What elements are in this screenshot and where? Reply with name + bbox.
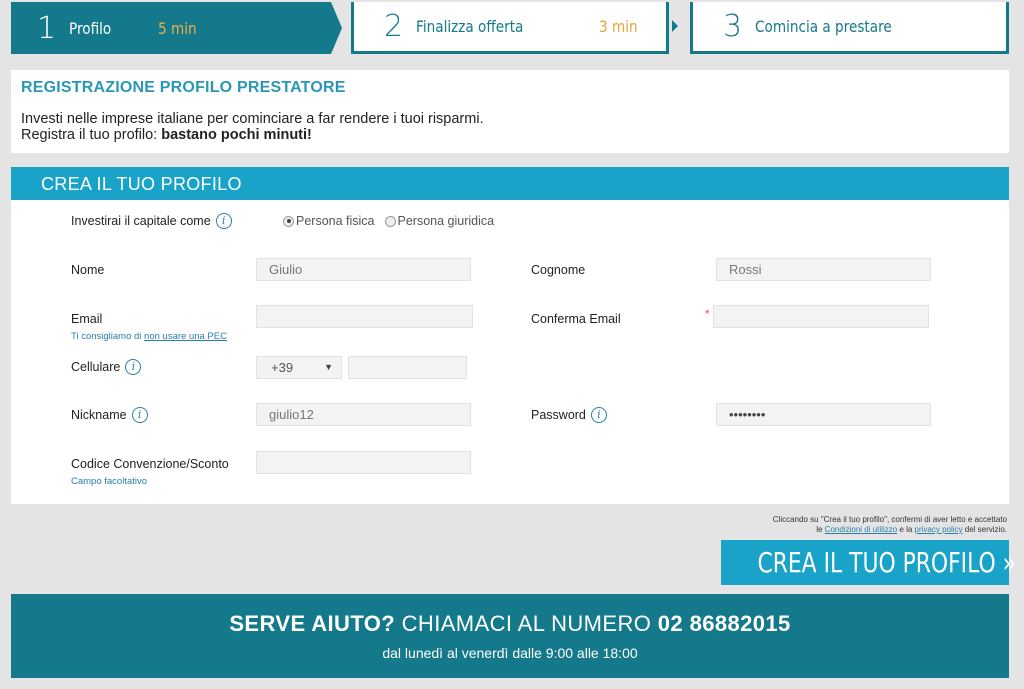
page-title: REGISTRAZIONE PROFILO PRESTATORE: [21, 79, 346, 96]
radio-label: Persona fisica: [296, 214, 375, 228]
non-usare-pec-link[interactable]: non usare una PEC: [144, 331, 227, 342]
email-hint-text: Ti consigliamo di: [71, 331, 145, 342]
nickname-label-text: Nickname: [71, 408, 127, 422]
terms-line-1: Cliccando su "Crea il tuo profilo", conf…: [772, 515, 1007, 524]
cognome-label: Cognome: [531, 263, 586, 277]
info-icon[interactable]: i: [131, 407, 148, 423]
info-icon[interactable]: i: [590, 407, 607, 423]
nome-label: Nome: [71, 263, 105, 277]
step-arrow: [672, 20, 678, 32]
cellulare-label-text: Cellulare: [71, 360, 121, 374]
step-profilo: 1 Profilo 5 min: [11, 2, 331, 54]
privacy-policy-link[interactable]: privacy policy: [915, 525, 963, 534]
info-icon[interactable]: i: [125, 359, 142, 375]
radio-label: Persona giuridica: [397, 214, 495, 228]
help-mid: CHIAMACI AL NUMERO: [395, 611, 658, 636]
terms-line-2: le Condizioni di utilizzo e la privacy p…: [773, 525, 1007, 535]
help-headline: SERVE AIUTO? CHIAMACI AL NUMERO 02 86882…: [11, 611, 1009, 637]
help-banner: SERVE AIUTO? CHIAMACI AL NUMERO 02 86882…: [11, 594, 1009, 678]
step-number: 3: [723, 9, 743, 44]
step-comincia-a-prestare: 3 Comincia a prestare: [690, 2, 1009, 54]
crea-profilo-button-label: CREA IL TUO PROFILO »: [757, 546, 1017, 579]
profile-form: CREA IL TUO PROFILO Investirai il capita…: [11, 167, 1009, 504]
codice-label: Codice Convenzione/Sconto: [71, 457, 229, 471]
email-hint: Ti consigliamo di non usare una PEC: [71, 331, 227, 342]
email-label: Email: [71, 312, 103, 326]
cellulare-field[interactable]: [348, 356, 467, 379]
radio-persona-fisica[interactable]: Persona fisica: [283, 214, 375, 228]
nome-field[interactable]: Giulio: [256, 258, 471, 281]
password-label: Password i: [531, 407, 607, 423]
intro-text-bold: bastano pochi minuti!: [161, 127, 312, 143]
intro-text-prefix: Registra il tuo profilo:: [21, 127, 162, 143]
required-marker: *: [705, 307, 710, 321]
investor-type-radio-group: Persona fisica Persona giuridica: [283, 214, 504, 228]
codice-field[interactable]: [256, 451, 471, 474]
step-finalizza-offerta: 2 Finalizza offerta 3 min: [351, 2, 669, 54]
step-time: 3 min: [599, 17, 638, 36]
cognome-field[interactable]: Rossi: [716, 258, 931, 281]
terms-text: del servizio.: [962, 525, 1007, 534]
terms-notice: Cliccando su "Crea il tuo profilo", conf…: [773, 515, 1007, 535]
invest-label-text: Investirai il capitale come: [71, 214, 211, 228]
info-icon[interactable]: i: [215, 213, 232, 229]
chevron-down-icon: ▼: [324, 362, 333, 372]
step-arrow: [331, 2, 342, 54]
nickname-field[interactable]: giulio12: [256, 403, 471, 426]
terms-text: e la: [897, 525, 915, 534]
radio-button[interactable]: [384, 215, 396, 227]
help-phone[interactable]: 02 86882015: [658, 611, 791, 636]
step-time: 5 min: [158, 18, 197, 38]
help-hours: dal lunedì al venerdì dalle 9:00 alle 18…: [382, 645, 638, 661]
form-header: CREA IL TUO PROFILO: [11, 167, 1009, 200]
radio-button[interactable]: [283, 215, 294, 227]
intro-panel: REGISTRAZIONE PROFILO PRESTATORE Investi…: [11, 70, 1009, 153]
intro-text: Investi nelle imprese italiane per comin…: [21, 111, 484, 127]
radio-persona-giuridica[interactable]: Persona giuridica: [384, 214, 495, 228]
country-code-select[interactable]: +39 ▼: [256, 356, 342, 379]
nickname-label: Nickname i: [71, 407, 148, 423]
step-number: 2: [384, 9, 404, 44]
crea-profilo-button[interactable]: CREA IL TUO PROFILO »: [721, 540, 1016, 585]
conferma-email-label: Conferma Email: [531, 312, 621, 326]
progress-steps: 1 Profilo 5 min 2 Finalizza offerta 3 mi…: [11, 0, 1009, 56]
password-field[interactable]: ••••••••: [716, 403, 931, 426]
step-label: Comincia a prestare: [755, 17, 892, 36]
conferma-email-field[interactable]: [713, 305, 929, 328]
password-label-text: Password: [531, 408, 586, 422]
country-code-value: +39: [271, 360, 294, 375]
intro-text-2: Registra il tuo profilo: bastano pochi m…: [21, 127, 999, 143]
step-label: Finalizza offerta: [416, 17, 524, 36]
codice-hint: Campo facoltativo: [71, 476, 148, 487]
terms-text: le: [816, 525, 825, 534]
help-question: SERVE AIUTO?: [229, 611, 396, 636]
cellulare-label: Cellulare i: [71, 359, 142, 375]
invest-label: Investirai il capitale come i: [71, 213, 232, 229]
step-label: Profilo: [69, 18, 112, 38]
condizioni-link[interactable]: Condizioni di utilizzo: [825, 525, 897, 534]
step-number: 1: [37, 10, 57, 46]
email-field[interactable]: [256, 305, 473, 328]
